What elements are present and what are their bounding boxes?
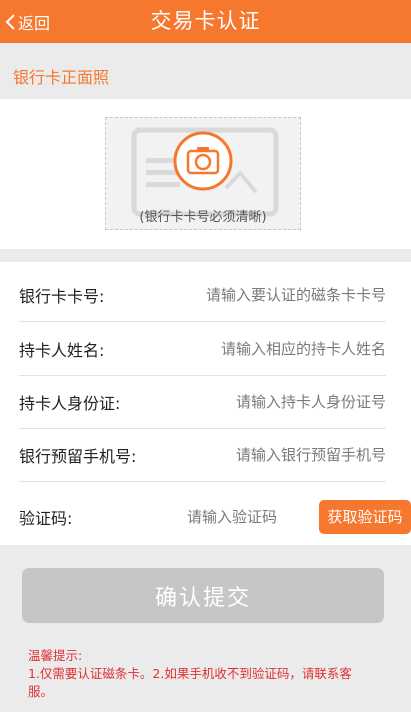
card-number-row: 银行卡卡号: [19, 268, 386, 322]
phone-input[interactable] [156, 445, 386, 464]
get-code-button[interactable]: 获取验证码 [319, 499, 411, 534]
page-title: 交易卡认证 [150, 9, 261, 33]
holder-id-input[interactable] [156, 392, 386, 411]
card-form: 银行卡卡号: 持卡人姓名: 持卡人身份证: 银行预留手机号: 验证码: 获取验证… [0, 262, 411, 545]
card-number-input[interactable] [156, 285, 386, 304]
photo-hint: (银行卡卡号必须清晰) [139, 210, 267, 225]
tips: 温馨提示: 1.仅需要认证磁条卡。2.如果手机收不到验证码，请联系客服。 [28, 647, 368, 701]
holder-id-label: 持卡人身份证: [19, 393, 121, 413]
holder-name-label: 持卡人姓名: [19, 340, 105, 360]
holder-name-input[interactable] [156, 339, 386, 358]
tips-title: 温馨提示: [28, 648, 83, 663]
code-label: 验证码: [19, 508, 73, 528]
photo-section: (银行卡卡号必须清晰) [0, 99, 411, 249]
code-input[interactable] [187, 507, 292, 526]
phone-label: 银行预留手机号: [19, 446, 137, 466]
tips-text: 1.仅需要认证磁条卡。2.如果手机收不到验证码，请联系客服。 [28, 666, 352, 699]
phone-row: 银行预留手机号: [19, 428, 386, 482]
card-photo-upload[interactable]: (银行卡卡号必须清晰) [105, 117, 301, 230]
submit-button[interactable]: 确认提交 [22, 568, 384, 623]
holder-id-row: 持卡人身份证: [19, 375, 386, 429]
photo-section-label: 银行卡正面照 [13, 68, 110, 87]
card-number-label: 银行卡卡号: [19, 286, 105, 306]
holder-name-row: 持卡人姓名: [19, 322, 386, 376]
camera-icon [173, 131, 233, 191]
header-bar: 返回 交易卡认证 [0, 0, 411, 43]
code-row: 验证码: 获取验证码 [19, 490, 411, 543]
